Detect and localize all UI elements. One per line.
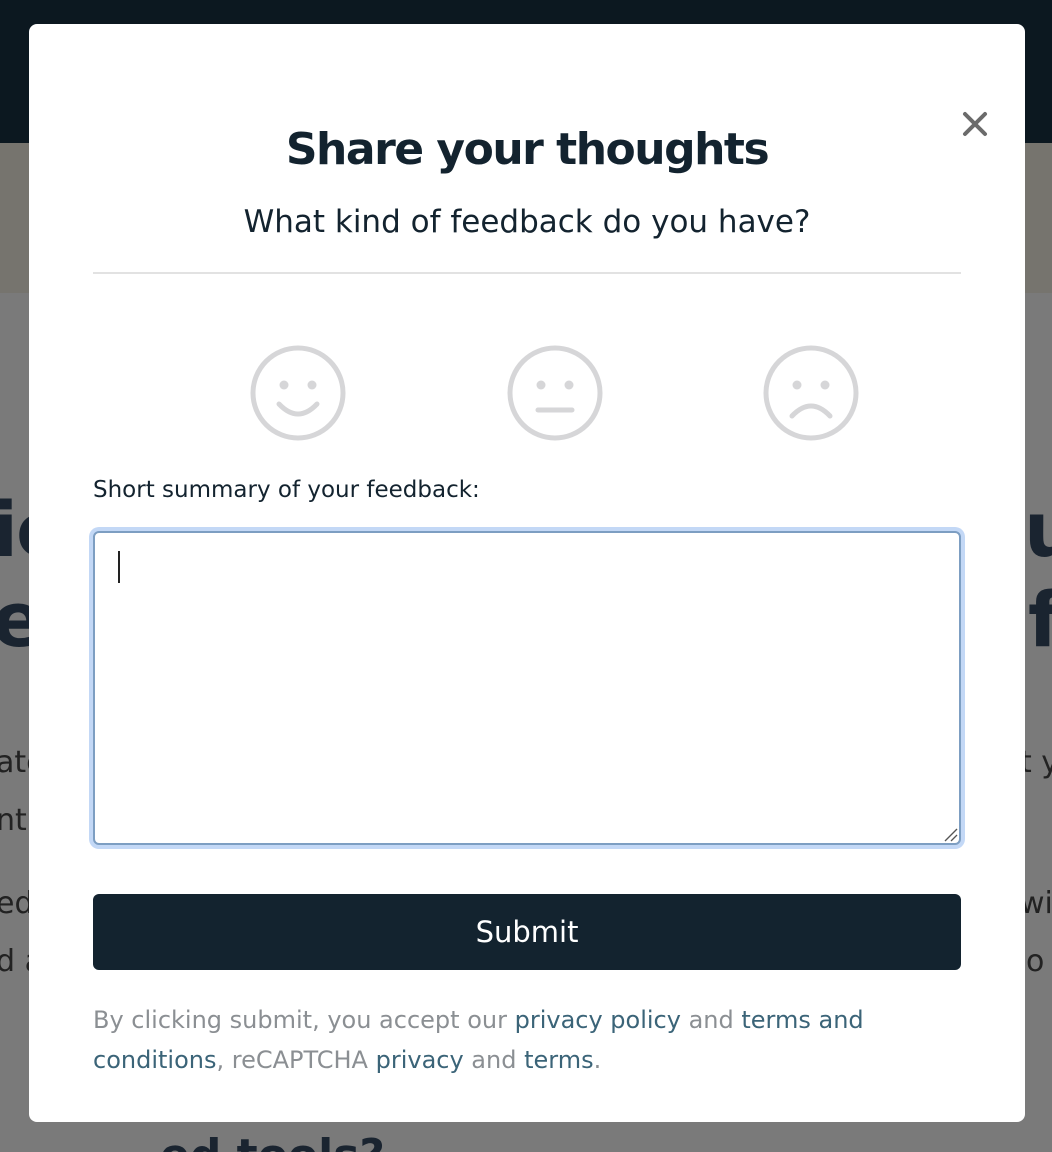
feedback-modal: Share your thoughts What kind of feedbac… bbox=[29, 24, 1025, 1122]
sad-face-button[interactable] bbox=[762, 344, 860, 442]
legal-mid: , reCAPTCHA bbox=[216, 1046, 376, 1074]
sad-face-icon bbox=[763, 345, 859, 441]
neutral-face-icon bbox=[507, 345, 603, 441]
happy-face-button[interactable] bbox=[249, 344, 347, 442]
legal-and: and bbox=[463, 1046, 525, 1074]
background-text: ed tools? bbox=[160, 1130, 385, 1152]
modal-subtitle: What kind of feedback do you have? bbox=[243, 204, 811, 240]
feedback-summary-textarea[interactable] bbox=[93, 531, 961, 845]
divider bbox=[93, 272, 961, 274]
text-caret bbox=[118, 551, 120, 583]
recaptcha-terms-link[interactable]: terms bbox=[524, 1046, 594, 1074]
privacy-policy-link[interactable]: privacy policy bbox=[515, 1006, 681, 1034]
legal-and: and bbox=[680, 1006, 742, 1034]
feedback-summary-label: Short summary of your feedback: bbox=[93, 477, 480, 503]
neutral-face-button[interactable] bbox=[506, 344, 604, 442]
resize-grip-icon[interactable] bbox=[942, 826, 958, 842]
legal-suffix: . bbox=[593, 1046, 602, 1074]
legal-prefix: By clicking submit, you accept our bbox=[93, 1006, 515, 1034]
recaptcha-privacy-link[interactable]: privacy bbox=[376, 1046, 464, 1074]
happy-face-icon bbox=[250, 345, 346, 441]
background-text: u bbox=[1024, 485, 1052, 574]
background-text: nt bbox=[0, 803, 27, 838]
background-text: o bbox=[1026, 944, 1045, 979]
background-text: f bbox=[1028, 575, 1052, 664]
modal-title: Share your thoughts bbox=[285, 124, 770, 175]
submit-button[interactable]: Submit bbox=[93, 894, 961, 970]
legal-notice: By clicking submit, you accept our priva… bbox=[93, 1000, 961, 1080]
